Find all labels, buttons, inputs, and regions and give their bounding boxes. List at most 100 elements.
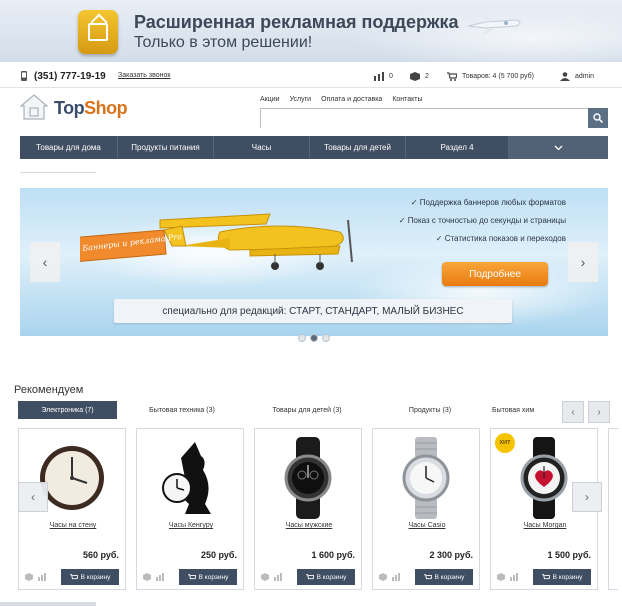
card-mini-icons <box>497 573 518 581</box>
tab-appliances[interactable]: Бытовая техника (3) <box>127 401 237 419</box>
user-menu[interactable]: admin <box>560 72 594 81</box>
products-prev-button[interactable]: ‹ <box>18 482 48 512</box>
compare-box-icon[interactable] <box>261 573 269 581</box>
compare-box-icon[interactable] <box>379 573 387 581</box>
compare-count: 0 <box>389 73 393 80</box>
favorites-counter[interactable]: 2 <box>410 72 429 81</box>
cart-icon <box>447 72 457 81</box>
slider-dot[interactable] <box>322 334 330 342</box>
bar-chart-icon[interactable] <box>274 573 282 581</box>
slider-dot-active[interactable] <box>310 334 318 342</box>
tab-household-chemicals[interactable]: Бытовая хим <box>492 401 552 419</box>
product-card[interactable]: Часы Кенгуру 250 руб. В корзину <box>136 428 244 590</box>
nav-item-home-goods[interactable]: Товары для дома <box>20 136 118 159</box>
link-services[interactable]: Услуги <box>290 96 312 103</box>
bar-chart-icon[interactable] <box>38 573 46 581</box>
feature-1-text: Поддержка баннеров любых форматов <box>419 198 566 207</box>
tabs-prev-button[interactable]: ‹ <box>562 401 584 423</box>
slider-dot[interactable] <box>298 334 306 342</box>
chevron-left-icon: ‹ <box>42 254 48 270</box>
editions-ribbon: специально для редакций: СТАРТ, СТАНДАРТ… <box>114 299 512 323</box>
nav-item-section4[interactable]: Раздел 4 <box>406 136 509 159</box>
feature-1: ✓ Поддержка баннеров любых форматов <box>410 198 566 207</box>
more-button[interactable]: Подробнее <box>442 262 548 286</box>
logo-shop: Shop <box>84 98 128 118</box>
tabs-next-button[interactable]: › <box>588 401 610 423</box>
search-icon <box>593 113 603 123</box>
chevron-left-icon: ‹ <box>31 490 35 504</box>
tab-electronics[interactable]: Электроника (7) <box>18 401 117 419</box>
product-name[interactable]: Часы Morgan <box>491 522 599 529</box>
tab-products[interactable]: Продукты (3) <box>380 401 480 419</box>
nav-item-kids[interactable]: Товары для детей <box>310 136 406 159</box>
product-price: 560 руб. <box>83 550 119 560</box>
callback-link[interactable]: Заказать звонок <box>118 72 170 79</box>
compare-counter[interactable]: 0 <box>374 72 393 81</box>
username: admin <box>575 73 595 80</box>
house-badge-icon <box>78 10 118 54</box>
link-contacts[interactable]: Контакты <box>392 96 422 103</box>
nav-item-food[interactable]: Продукты питания <box>118 136 214 159</box>
product-price: 1 500 руб. <box>547 550 591 560</box>
product-name[interactable]: Часы Кенгуру <box>137 522 245 529</box>
search-input[interactable] <box>261 110 591 129</box>
kangaroo-clock-icon[interactable] <box>145 435 235 521</box>
top-links: Акции Услуги Оплата и доставка Контакты <box>260 96 423 103</box>
card-mini-icons <box>25 573 46 581</box>
product-name[interactable]: Часы мужские <box>255 522 363 529</box>
feature-3-text: Статистика показов и переходов <box>444 234 566 243</box>
bottom-strip <box>0 602 96 606</box>
compare-box-icon[interactable] <box>143 573 151 581</box>
add-to-cart-button[interactable]: В корзину <box>297 569 355 585</box>
link-promotions[interactable]: Акции <box>260 96 280 103</box>
add-to-cart-button[interactable]: В корзину <box>533 569 591 585</box>
bar-chart-icon <box>374 72 384 81</box>
product-price: 250 руб. <box>201 550 237 560</box>
cart-icon <box>541 573 550 579</box>
slider-dots <box>298 334 330 342</box>
compare-box-icon[interactable] <box>497 573 505 581</box>
link-payment-delivery[interactable]: Оплата и доставка <box>321 96 382 103</box>
bar-chart-icon[interactable] <box>156 573 164 581</box>
add-to-cart-button[interactable]: В корзину <box>415 569 473 585</box>
favorites-count: 2 <box>425 73 429 80</box>
add-to-cart-button[interactable]: В корзину <box>61 569 119 585</box>
product-name[interactable]: Часы на стену <box>19 522 127 529</box>
utility-bar: (351) 777-19-19 Заказать звонок 0 2 Това… <box>0 64 622 88</box>
bar-chart-icon[interactable] <box>510 573 518 581</box>
cart-icon <box>305 573 314 579</box>
promo-title: Расширенная рекламная поддержка <box>134 12 459 32</box>
tab-kids[interactable]: Товары для детей (3) <box>252 401 362 419</box>
promo-banner[interactable]: Расширенная рекламная поддержка Только в… <box>0 0 622 62</box>
logo-top: Top <box>54 98 85 118</box>
nav-more-button[interactable] <box>509 136 608 159</box>
search-button[interactable] <box>588 108 608 128</box>
logo-text[interactable]: TopShop <box>54 98 128 119</box>
logo-house-icon[interactable] <box>20 94 48 120</box>
product-card[interactable]: Часы мужские 1 600 руб. В корзину <box>254 428 362 590</box>
black-watch-icon[interactable] <box>263 435 353 521</box>
product-card[interactable]: Часы Casio 2 300 руб. В корзину <box>372 428 480 590</box>
steel-watch-icon[interactable] <box>381 435 471 521</box>
box-icon <box>410 72 420 81</box>
slider-prev-button[interactable]: ‹ <box>30 242 60 282</box>
cart-summary[interactable]: Товаров: 4 (5 700 руб) <box>447 72 534 81</box>
chevron-down-icon <box>554 145 563 150</box>
products-next-button[interactable]: › <box>572 482 602 512</box>
feature-2: ✓ Показ с точностью до секунды и страниц… <box>398 216 566 225</box>
card-mini-icons <box>379 573 400 581</box>
product-name[interactable]: Часы Casio <box>373 522 481 529</box>
slider-next-button[interactable]: › <box>568 242 598 282</box>
cart-label: В корзину <box>552 573 583 581</box>
banner-slider[interactable]: Баннеры и реклама Pro ✓ Поддержка баннер… <box>20 188 608 336</box>
promo-subtitle: Только в этом решении! <box>134 34 313 51</box>
chevron-left-icon: ‹ <box>571 406 575 418</box>
add-to-cart-button[interactable]: В корзину <box>179 569 237 585</box>
cart-label: В корзину <box>198 573 229 581</box>
feature-3: ✓ Статистика показов и переходов <box>435 234 566 243</box>
nav-item-watches[interactable]: Часы <box>214 136 310 159</box>
compare-box-icon[interactable] <box>25 573 33 581</box>
chevron-right-icon: › <box>580 254 586 270</box>
cart-label: В корзину <box>80 573 111 581</box>
bar-chart-icon[interactable] <box>392 573 400 581</box>
